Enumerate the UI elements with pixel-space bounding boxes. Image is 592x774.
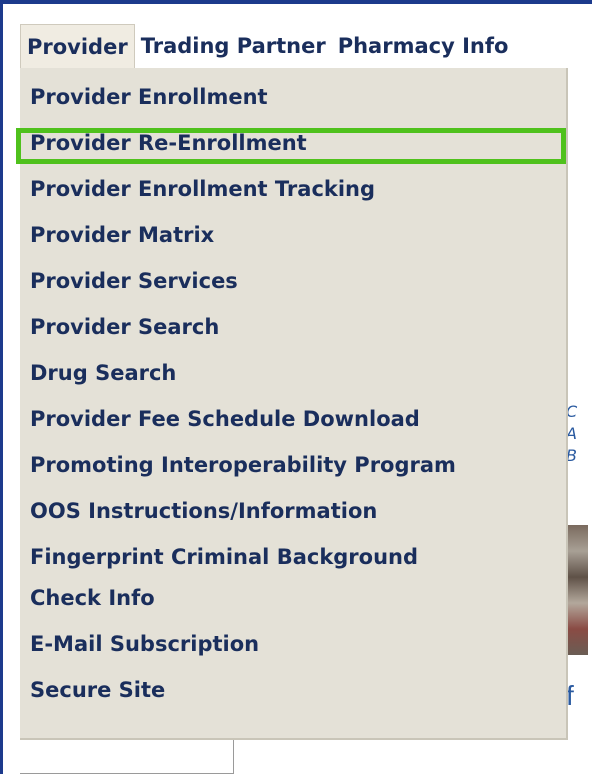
background-image-fragment xyxy=(568,525,588,655)
menu-item-provider-enrollment[interactable]: Provider Enrollment xyxy=(20,75,566,119)
menu-item-provider-re-enrollment[interactable]: Provider Re-Enrollment xyxy=(20,121,566,165)
menu-provider[interactable]: Provider xyxy=(20,24,135,68)
menu-item-fingerprint-criminal-background[interactable]: Fingerprint Criminal Background xyxy=(20,535,566,579)
menu-item-provider-matrix[interactable]: Provider Matrix xyxy=(20,213,566,257)
main-menu-bar: Provider Trading Partner Pharmacy Info xyxy=(20,24,514,68)
menu-item-email-subscription[interactable]: E-Mail Subscription xyxy=(20,622,566,666)
background-input-box xyxy=(20,740,234,774)
menu-pharmacy-info[interactable]: Pharmacy Info xyxy=(332,24,515,68)
background-text-line-2: A xyxy=(566,424,577,443)
menu-item-check-info[interactable]: Check Info xyxy=(20,576,566,620)
provider-dropdown-menu: Provider Enrollment Provider Re-Enrollme… xyxy=(20,68,568,740)
menu-item-provider-enrollment-tracking[interactable]: Provider Enrollment Tracking xyxy=(20,167,566,211)
screenshot-frame: C A B f Provider Trading Partner Pharmac… xyxy=(0,0,592,774)
menu-item-promoting-interoperability-program[interactable]: Promoting Interoperability Program xyxy=(20,443,566,487)
menu-item-provider-services[interactable]: Provider Services xyxy=(20,259,566,303)
menu-item-provider-fee-schedule-download[interactable]: Provider Fee Schedule Download xyxy=(20,397,566,441)
background-text-line-3: B xyxy=(566,446,577,465)
menu-item-provider-search[interactable]: Provider Search xyxy=(20,305,566,349)
top-border xyxy=(0,0,592,4)
left-border xyxy=(0,0,3,774)
background-text-line-1: C xyxy=(566,402,578,421)
menu-item-oos-instructions[interactable]: OOS Instructions/Information xyxy=(20,489,566,533)
menu-trading-partner[interactable]: Trading Partner xyxy=(135,24,332,68)
menu-item-secure-site[interactable]: Secure Site xyxy=(20,668,566,712)
menu-item-drug-search[interactable]: Drug Search xyxy=(20,351,566,395)
